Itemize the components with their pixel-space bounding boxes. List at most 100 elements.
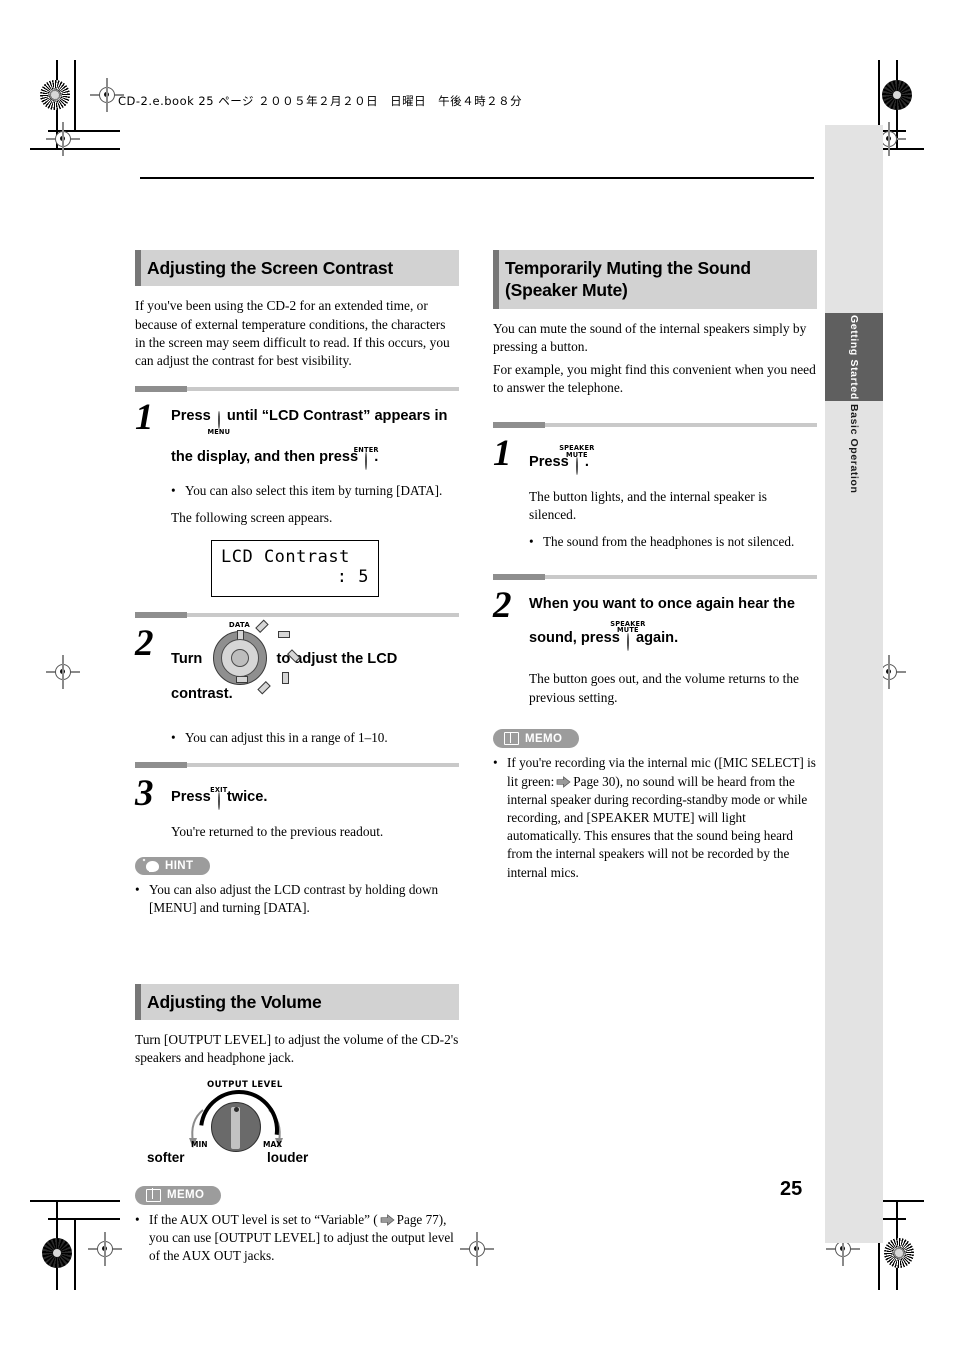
right-column: Temporarily Muting the Sound (Speaker Mu…	[493, 250, 817, 882]
lcd-display-figure: LCD Contrast : 5	[211, 539, 379, 598]
memo-badge: MEMO	[493, 729, 580, 749]
step-number: 1	[493, 433, 512, 475]
registration-crosshair-icon	[46, 122, 80, 156]
step-divider	[135, 762, 459, 769]
registration-crosshair-icon	[88, 1232, 122, 1266]
hint-bullet: • You can also adjust the LCD contrast b…	[135, 881, 459, 917]
section-heading-screen-contrast: Adjusting the Screen Contrast	[135, 250, 459, 287]
step-divider	[135, 385, 459, 392]
bullet-text: If the AUX OUT level is set to “Variable…	[149, 1211, 459, 1266]
arrow-right-icon	[380, 1213, 395, 1226]
registration-rosette-icon	[42, 1238, 72, 1268]
step-bullet: • The sound from the headphones is not s…	[529, 533, 817, 551]
section-tab-strip	[825, 125, 883, 1243]
arrow-right-icon	[556, 775, 571, 788]
step-number: 2	[493, 585, 512, 627]
output-level-knob-figure: OUTPUT LEVEL MIN MAX softer louder	[147, 1073, 389, 1186]
data-knob-icon[interactable]: DATA	[213, 619, 301, 695]
step-1: 1 Press MENU until “LCD Contrast” appear…	[135, 396, 459, 598]
bullet-dot: •	[493, 755, 498, 771]
hint-badge: HINT	[135, 857, 211, 876]
memo-bullet: • If the AUX OUT level is set to “Variab…	[135, 1211, 459, 1266]
speaker-mute-button-label: SPEAKER MUTE	[610, 619, 646, 635]
exit-button-label: EXIT	[210, 785, 228, 794]
step-instruction: Press MENU until “LCD Contrast” appears …	[171, 405, 459, 474]
bullet-dot: •	[135, 1211, 140, 1227]
section-intro-text: Turn [OUTPUT LEVEL] to adjust the volume…	[135, 1032, 459, 1066]
book-icon	[504, 731, 519, 746]
memo-badge-label: MEMO	[525, 732, 563, 745]
step-instruction: Press EXIT twice.	[171, 781, 459, 814]
book-icon	[146, 1188, 161, 1202]
bullet-text: The sound from the headphones is not sil…	[543, 533, 795, 549]
step-text-fragment: Press	[171, 789, 211, 806]
bullet-text-fragment: If the AUX OUT level is set to “Variable…	[149, 1211, 378, 1227]
registration-rosette-icon	[884, 1238, 914, 1268]
header-divider	[140, 177, 814, 179]
memo-bullet: • If you're recording via the internal m…	[493, 754, 817, 882]
registration-rosette-icon	[882, 80, 912, 110]
memo-badge: MEMO	[135, 1185, 222, 1205]
step-instruction: When you want to once again hear the sou…	[529, 593, 817, 654]
speaker-mute-button-label: SPEAKER MUTE	[559, 444, 595, 459]
exit-button-icon[interactable]: EXIT	[210, 781, 227, 814]
bullet-text-fragment: Page 30), no sound will be heard from th…	[507, 773, 808, 880]
file-info-header: CD-2.e.book 25 ページ ２００５年２月２０日 日曜日 午後４時２８…	[118, 94, 523, 108]
section-heading-speaker-mute: Temporarily Muting the Sound (Speaker Mu…	[493, 250, 817, 309]
step-number: 1	[135, 396, 154, 438]
lcd-line-2: : 5	[336, 566, 369, 587]
speaker-mute-button-icon[interactable]: SPEAKER MUTE	[559, 441, 594, 479]
section-intro-paragraph-2: For example, you might find this conveni…	[493, 361, 816, 395]
step-instruction: Turn DATA to adjust the LCD contrast.	[171, 619, 459, 707]
output-level-knob[interactable]	[211, 1101, 261, 1152]
enter-button-label: ENTER	[353, 446, 379, 455]
enter-button-icon[interactable]: ENTER	[354, 441, 378, 474]
step-note: The button lights, and the internal spea…	[529, 488, 767, 523]
section-heading-text: Adjusting the Screen Contrast	[147, 258, 394, 278]
section-intro-paragraph-1: You can mute the sound of the internal s…	[493, 320, 807, 355]
bullet-text: You can also adjust the LCD contrast by …	[149, 882, 439, 916]
step-divider	[493, 422, 817, 429]
bullet-dot: •	[529, 533, 534, 549]
heading-line-1: Temporarily Muting the Sound	[505, 258, 751, 278]
section-heading-volume: Adjusting the Volume	[135, 983, 459, 1021]
step-2: 2 Turn DATA to adjust the LCD contrast. …	[135, 619, 459, 747]
hint-badge-label: HINT	[165, 860, 194, 873]
bullet-dot: •	[171, 483, 176, 499]
sidebar-tab-getting-started[interactable]: Getting Started	[825, 313, 883, 401]
left-column: Adjusting the Screen Contrast If you've …	[135, 250, 459, 1265]
step-3: 3 Press EXIT twice. You're returned to t…	[135, 773, 459, 843]
step-2: 2 When you want to once again hear the s…	[493, 585, 817, 709]
bullet-dot: •	[171, 729, 176, 745]
step-text-fragment: Press	[171, 407, 211, 424]
heading-line-2: (Speaker Mute)	[505, 280, 628, 301]
section-heading-text: Adjusting the Volume	[147, 991, 322, 1012]
step-divider	[135, 612, 459, 619]
step-number: 3	[135, 773, 154, 815]
step-text-fragment: until “LCD Contrast” appears in the disp…	[171, 407, 448, 466]
registration-crosshair-icon	[460, 1232, 494, 1266]
bullet-text: You can also select this item by turning…	[185, 483, 443, 499]
speaker-mute-button-icon[interactable]: SPEAKER MUTE	[610, 617, 645, 655]
crop-mark-line	[30, 1200, 120, 1202]
knob-louder-label: louder	[267, 1149, 309, 1165]
lightbulb-icon	[146, 860, 159, 873]
step-divider	[493, 574, 817, 581]
registration-crosshair-icon	[46, 655, 80, 689]
step-bullet: • You can adjust this in a range of 1–10…	[171, 729, 459, 747]
sidebar-tab-basic-operation[interactable]: Basic Operation	[825, 401, 883, 497]
step-instruction: Press SPEAKER MUTE .	[529, 441, 817, 479]
step-note: The following screen appears.	[171, 510, 333, 526]
menu-button-label: MENU	[207, 427, 231, 436]
knob-min-label: MIN	[191, 1139, 208, 1149]
lcd-line-1: LCD Contrast	[221, 546, 350, 567]
section-intro-text: If you've been using the CD-2 for an ext…	[135, 298, 450, 369]
step-text-fragment: twice.	[226, 789, 268, 806]
registration-rosette-icon	[40, 80, 70, 110]
bullet-dot: •	[135, 882, 140, 898]
step-number: 2	[135, 623, 154, 665]
memo-badge-label: MEMO	[167, 1189, 205, 1202]
menu-button-icon[interactable]: MENU	[207, 409, 230, 442]
step-note: You're returned to the previous readout.	[171, 823, 384, 839]
step-text-fragment: Turn	[171, 651, 203, 668]
